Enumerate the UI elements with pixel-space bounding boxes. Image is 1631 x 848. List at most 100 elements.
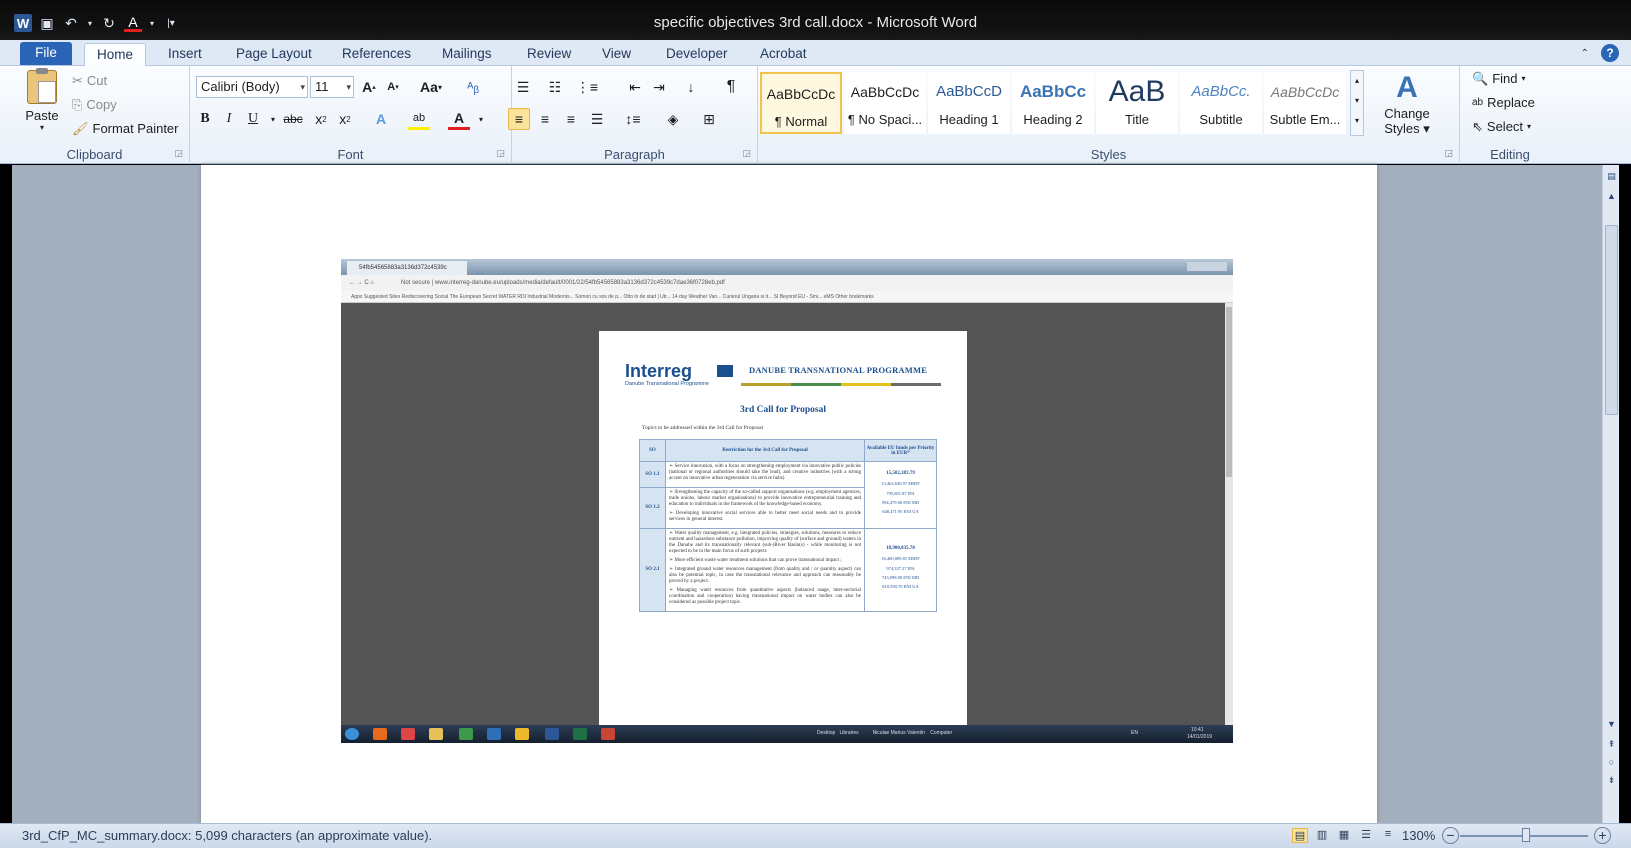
find-button[interactable]: 🔍 Find ▾ bbox=[1472, 68, 1526, 90]
justify-icon[interactable]: ☰ bbox=[586, 108, 608, 130]
copy-button[interactable]: ⎘ Copy bbox=[72, 94, 117, 116]
bullets-icon[interactable]: ☰ bbox=[512, 76, 534, 98]
dialog-launcher-icon[interactable]: ◲ bbox=[496, 148, 505, 159]
ribbon: Paste ▾ ✂ Cut ⎘ Copy 🖌 Format Painter Clipb… bbox=[0, 66, 1631, 164]
decrease-indent-icon[interactable]: ⇤ bbox=[624, 76, 646, 98]
grow-font-icon[interactable]: A ▴ bbox=[358, 76, 380, 98]
tab-review[interactable]: Review bbox=[525, 43, 573, 66]
zoom-level[interactable]: 130% bbox=[1402, 828, 1435, 843]
style-title[interactable]: AaB Title bbox=[1096, 72, 1178, 134]
scroll-up-icon[interactable]: ▲ bbox=[1605, 189, 1618, 203]
paste-button[interactable]: Paste ▾ bbox=[20, 68, 64, 140]
line-spacing-icon[interactable]: ↕≡ bbox=[622, 108, 644, 130]
dialog-launcher-icon[interactable]: ◲ bbox=[742, 148, 751, 159]
style-subtitle[interactable]: AaBbCc. Subtitle bbox=[1180, 72, 1262, 134]
funds-total: 18,900,835.78 bbox=[886, 546, 915, 552]
document-workspace[interactable]: 54fb54565883a3136d372c4539c ← → C ⌂ Not … bbox=[12, 165, 1602, 823]
font-name-select[interactable]: Calibri (Body) ▾ bbox=[196, 76, 308, 98]
highlight-icon[interactable]: ab bbox=[408, 108, 430, 130]
font-color-icon[interactable]: A bbox=[448, 108, 470, 130]
tab-view[interactable]: View bbox=[600, 43, 633, 66]
tab-home[interactable]: Home bbox=[84, 43, 147, 66]
style-no-spacing[interactable]: AaBbCcDc ¶ No Spaci... bbox=[844, 72, 926, 134]
style-heading-2[interactable]: AaBbCc Heading 2 bbox=[1012, 72, 1094, 134]
ruler-toggle-icon[interactable]: ▤ bbox=[1605, 169, 1618, 183]
style-subtle-emphasis[interactable]: AaBbCcDc Subtle Em... bbox=[1264, 72, 1346, 134]
styles-scroll[interactable]: ▴ ▾ ▾ bbox=[1350, 70, 1364, 136]
tab-file[interactable]: File bbox=[20, 42, 72, 65]
font-size-value: 11 bbox=[315, 79, 329, 94]
outlook-icon bbox=[487, 728, 501, 740]
outline-view-icon[interactable]: ☰ bbox=[1358, 828, 1374, 843]
select-browse-object-icon[interactable]: ○ bbox=[1605, 755, 1618, 769]
scroll-down-icon[interactable]: ▼ bbox=[1605, 717, 1618, 731]
tab-insert[interactable]: Insert bbox=[166, 43, 204, 66]
chevron-down-icon[interactable]: ▾ bbox=[470, 108, 492, 130]
restriction-cell: ➢ Water quality management, e.g. integra… bbox=[665, 528, 865, 612]
programme-name: DANUBE TRANSNATIONAL PROGRAMME bbox=[749, 365, 928, 375]
dialog-launcher-icon[interactable]: ◲ bbox=[1444, 148, 1453, 159]
align-left-icon[interactable]: ≡ bbox=[508, 108, 530, 130]
borders-icon[interactable]: ⊞ bbox=[698, 108, 720, 130]
print-layout-icon[interactable]: ▤ bbox=[1292, 828, 1308, 843]
replace-button[interactable]: ab Replace bbox=[1472, 92, 1535, 114]
scrollbar-thumb[interactable] bbox=[1605, 225, 1618, 415]
superscript-icon[interactable]: x2 bbox=[334, 108, 356, 130]
zoom-slider-thumb[interactable] bbox=[1522, 828, 1530, 842]
tab-references[interactable]: References bbox=[340, 43, 413, 66]
bold-icon[interactable]: B bbox=[194, 108, 216, 130]
zoom-in-icon[interactable]: + bbox=[1594, 827, 1611, 844]
previous-page-icon[interactable]: ⇞ bbox=[1605, 737, 1618, 751]
font-size-select[interactable]: 11 ▾ bbox=[310, 76, 354, 98]
style-heading-1[interactable]: AaBbCcD Heading 1 bbox=[928, 72, 1010, 134]
strikethrough-icon[interactable]: abc bbox=[282, 108, 304, 130]
web-layout-icon[interactable]: ▦ bbox=[1336, 828, 1352, 843]
italic-icon[interactable]: I bbox=[218, 108, 240, 130]
tab-mailings[interactable]: Mailings bbox=[440, 43, 494, 66]
vertical-scrollbar[interactable]: ▤ ▲ ▼ ⇞ ○ ⇟ bbox=[1602, 165, 1619, 823]
subscript-icon[interactable]: x2 bbox=[310, 108, 332, 130]
shrink-font-icon[interactable]: A ▾ bbox=[382, 76, 404, 98]
table-row: SO 1.1 ➢ Service innovation, with a focu… bbox=[639, 461, 937, 529]
shading-icon[interactable]: ◈ bbox=[662, 108, 684, 130]
browser-bookmarks-bar: Apps Suggested Sites Rediscovering Socia… bbox=[341, 291, 1233, 303]
format-painter-button[interactable]: 🖌 Format Painter bbox=[72, 118, 179, 140]
change-styles-button[interactable]: A Change Styles ▾ bbox=[1372, 70, 1442, 140]
tab-acrobat[interactable]: Acrobat bbox=[758, 43, 809, 66]
funds-line: 974,337.27 IPA bbox=[886, 565, 915, 571]
next-page-icon[interactable]: ⇟ bbox=[1605, 773, 1618, 787]
select-button[interactable]: ⇖ Select ▾ bbox=[1472, 116, 1531, 138]
multilevel-list-icon[interactable]: ⋮≡ bbox=[576, 76, 598, 98]
minimize-ribbon-icon[interactable]: ⌃ bbox=[1581, 48, 1589, 59]
clear-formatting-icon[interactable]: ᴬᵦ bbox=[462, 76, 484, 98]
style-sample: AaBbCc. bbox=[1191, 83, 1251, 100]
change-case-button[interactable]: Aa ▾ bbox=[416, 76, 446, 98]
document-page[interactable]: 54fb54565883a3136d372c4539c ← → C ⌂ Not … bbox=[201, 165, 1377, 823]
help-icon[interactable]: ? bbox=[1601, 44, 1619, 62]
style-normal[interactable]: AaBbCcDc ¶ Normal bbox=[760, 72, 842, 134]
funds-line: 594,479.00 ENI MD bbox=[881, 500, 920, 505]
chevron-down-icon[interactable]: ▾ bbox=[262, 108, 284, 130]
dialog-launcher-icon[interactable]: ◲ bbox=[174, 148, 183, 159]
group-editing: 🔍 Find ▾ ab Replace ⇖ Select ▾ Editing bbox=[1460, 66, 1560, 164]
replace-icon: ab bbox=[1472, 97, 1484, 108]
group-clipboard: Paste ▾ ✂ Cut ⎘ Copy 🖌 Format Painter Clipb… bbox=[0, 66, 190, 164]
sort-icon[interactable]: ↓ bbox=[680, 76, 702, 98]
tab-developer[interactable]: Developer bbox=[664, 43, 730, 66]
pilcrow-icon[interactable]: ¶ bbox=[720, 76, 742, 98]
cut-button[interactable]: ✂ Cut bbox=[72, 70, 107, 92]
funds-line: 16,460,009.81 ERDF bbox=[881, 556, 920, 562]
underline-icon[interactable]: U bbox=[242, 108, 264, 130]
embedded-screenshot-image[interactable]: 54fb54565883a3136d372c4539c ← → C ⌂ Not … bbox=[341, 259, 1233, 743]
style-sample: AaBbCcDc bbox=[766, 86, 836, 102]
zoom-out-icon[interactable]: − bbox=[1442, 827, 1459, 844]
numbering-icon[interactable]: ☷ bbox=[544, 76, 566, 98]
text-effects-icon[interactable]: A bbox=[370, 108, 392, 130]
tab-page-layout[interactable]: Page Layout bbox=[234, 43, 314, 66]
align-right-icon[interactable]: ≡ bbox=[560, 108, 582, 130]
draft-view-icon[interactable]: ≡ bbox=[1380, 828, 1396, 843]
increase-indent-icon[interactable]: ⇥ bbox=[648, 76, 670, 98]
align-center-icon[interactable]: ≡ bbox=[534, 108, 556, 130]
full-screen-reading-icon[interactable]: ▥ bbox=[1314, 828, 1330, 843]
word-count-status[interactable]: 3rd_CfP_MC_summary.docx: 5,099 character… bbox=[22, 828, 432, 843]
